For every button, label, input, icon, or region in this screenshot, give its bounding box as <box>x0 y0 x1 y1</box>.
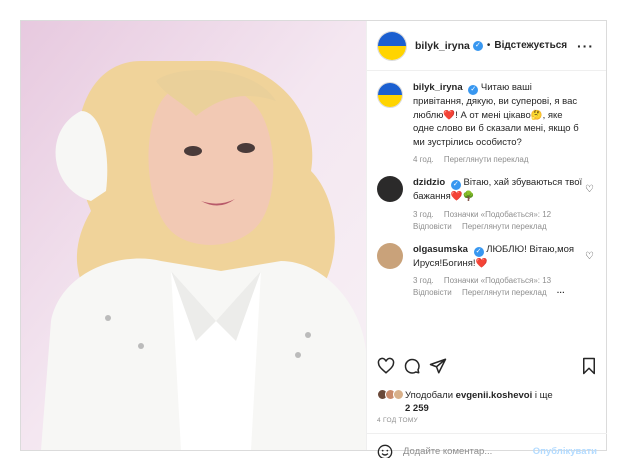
avatar[interactable] <box>377 176 403 202</box>
comment-item: olgasumska ✓ ЛЮБЛЮ! Вітаю,моя Ируся!Боги… <box>377 242 596 300</box>
comment-input[interactable]: Додайте коментар... <box>403 446 492 457</box>
comment-likes[interactable]: Позначки «Подобається»: 13 <box>444 276 551 285</box>
translate-link[interactable]: Переглянути переклад <box>444 155 529 164</box>
comment-username[interactable]: olgasumska <box>413 244 468 255</box>
more-options-icon[interactable]: ··· <box>577 38 594 54</box>
avatar[interactable] <box>377 82 403 108</box>
post-modal: bilyk_iryna ✓ • Відстежується ··· bilyk_… <box>20 20 607 458</box>
reply-link[interactable]: Відповісти <box>413 288 452 297</box>
comment-options-icon[interactable]: ··· <box>557 288 565 297</box>
save-bookmark-icon[interactable] <box>581 357 597 375</box>
caption-time[interactable]: 4 год. <box>413 155 434 164</box>
avatar[interactable] <box>377 30 407 61</box>
author-username[interactable]: bilyk_iryna <box>415 40 470 52</box>
comment-time[interactable]: 3 год. <box>413 276 434 285</box>
like-comment-heart-icon[interactable]: ♡ <box>585 184 594 195</box>
translate-link[interactable]: Переглянути переклад <box>462 222 547 231</box>
likes-prefix: Уподобали <box>405 390 454 401</box>
comments-list[interactable]: bilyk_iryna ✓ Читаю ваші привітання, дяк… <box>367 71 606 354</box>
likes-suffix: і ще <box>534 390 553 401</box>
comment-icon[interactable] <box>403 357 421 375</box>
follow-button[interactable]: Відстежується <box>494 40 567 51</box>
share-icon[interactable] <box>429 357 447 375</box>
like-heart-icon[interactable] <box>377 357 395 375</box>
like-comment-heart-icon[interactable]: ♡ <box>585 251 594 262</box>
verified-icon: ✓ <box>473 246 484 257</box>
comment-composer: Додайте коментар... Опублікувати <box>367 433 607 458</box>
verified-icon: ✓ <box>450 180 461 190</box>
verified-icon: ✓ <box>468 85 479 95</box>
post-timestamp[interactable]: 4 ГОД ТОМУ <box>377 417 418 424</box>
likes-summary[interactable]: Уподобали evgenii.koshevoi і ще 2 259 <box>377 389 553 415</box>
caption: bilyk_iryna ✓ Читаю ваші привітання, дяк… <box>377 81 596 166</box>
comment-username[interactable]: dzidzio <box>413 177 445 188</box>
reply-link[interactable]: Відповісти <box>413 222 452 231</box>
translate-link[interactable]: Переглянути переклад <box>462 288 547 297</box>
caption-username[interactable]: bilyk_iryna <box>413 82 463 93</box>
post-sidebar: bilyk_iryna ✓ • Відстежується ··· bilyk_… <box>366 21 607 458</box>
avatar[interactable] <box>377 242 403 269</box>
comment-likes[interactable]: Позначки «Подобається»: 12 <box>444 210 551 219</box>
publish-button[interactable]: Опублікувати <box>533 446 597 457</box>
likes-count[interactable]: 2 259 <box>405 403 429 414</box>
verified-icon: ✓ <box>472 40 483 51</box>
separator-dot: • <box>486 40 491 51</box>
liker-username[interactable]: evgenii.koshevoi <box>456 390 533 401</box>
comment-item: dzidzio ✓ Вітаю, хай збуваються твої баж… <box>377 176 596 233</box>
emoji-icon[interactable] <box>377 444 393 458</box>
post-header: bilyk_iryna ✓ • Відстежується ··· <box>367 21 606 71</box>
likers-avatars <box>377 389 404 415</box>
comment-time[interactable]: 3 год. <box>413 210 434 219</box>
action-bar <box>367 354 607 378</box>
post-photo[interactable] <box>21 21 366 450</box>
